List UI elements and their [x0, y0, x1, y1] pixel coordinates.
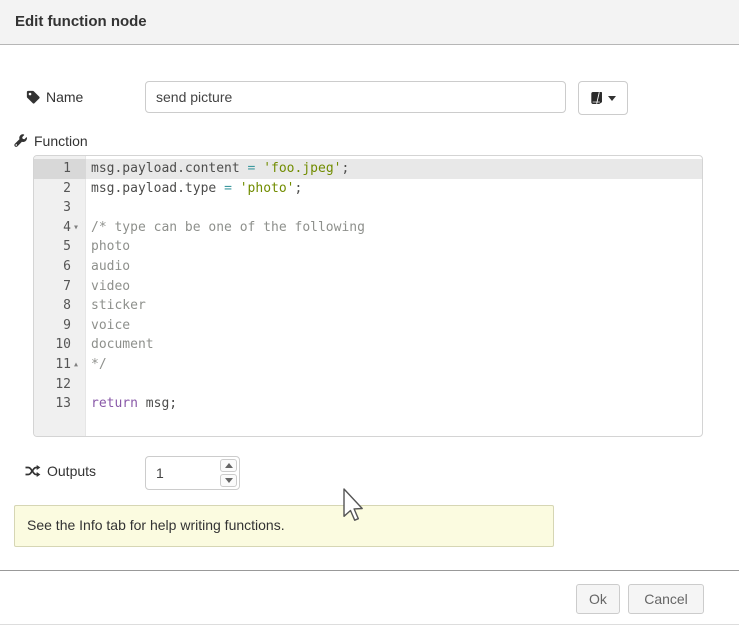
- line-number: 3: [34, 198, 86, 218]
- line-number-cell[interactable]: 10: [34, 335, 86, 355]
- code-line[interactable]: 5photo: [34, 237, 702, 257]
- line-number: 7: [34, 277, 86, 297]
- shuffle-icon: [24, 464, 41, 478]
- name-label-text: Name: [46, 89, 83, 105]
- node-name-input[interactable]: [145, 81, 566, 113]
- function-label: Function: [14, 133, 88, 149]
- caret-down-icon: [225, 478, 233, 483]
- info-tip: See the Info tab for help writing functi…: [14, 505, 554, 547]
- line-number: 6: [34, 257, 86, 277]
- code-line-text[interactable]: document: [86, 335, 702, 355]
- code-line[interactable]: 8sticker: [34, 296, 702, 316]
- code-line-text[interactable]: sticker: [86, 296, 702, 316]
- code-line[interactable]: 13return msg;: [34, 394, 702, 414]
- line-number-cell[interactable]: 6: [34, 257, 86, 277]
- code-line-text[interactable]: photo: [86, 237, 702, 257]
- line-number-cell[interactable]: 5: [34, 237, 86, 257]
- line-number-cell[interactable]: 7: [34, 277, 86, 297]
- fold-toggle-icon[interactable]: ▴: [73, 355, 85, 375]
- code-line-text[interactable]: */: [86, 355, 702, 375]
- code-line[interactable]: 2msg.payload.type = 'photo';: [34, 179, 702, 199]
- dialog-bottom-edge: [0, 624, 739, 625]
- spinner-down-button[interactable]: [220, 474, 237, 487]
- name-label: Name: [26, 89, 83, 105]
- dialog-footer: Ok Cancel: [0, 570, 739, 630]
- edit-function-node-dialog: Edit function node Name Function 1msg.pa…: [0, 0, 739, 630]
- spinner-up-button[interactable]: [220, 459, 237, 472]
- fold-toggle-icon[interactable]: ▾: [73, 218, 85, 238]
- wrench-icon: [14, 134, 28, 148]
- editor-rows[interactable]: 1msg.payload.content = 'foo.jpeg';2msg.p…: [34, 159, 702, 414]
- line-number-cell[interactable]: 2: [34, 179, 86, 199]
- code-line-text[interactable]: msg.payload.type = 'photo';: [86, 179, 702, 199]
- outputs-spinner: [145, 456, 240, 490]
- ok-button[interactable]: Ok: [576, 584, 620, 614]
- code-line-text[interactable]: [86, 198, 702, 218]
- function-code-editor[interactable]: 1msg.payload.content = 'foo.jpeg';2msg.p…: [33, 155, 703, 437]
- dialog-title: Edit function node: [15, 13, 147, 30]
- outputs-label: Outputs: [24, 463, 96, 479]
- line-number: 13: [34, 394, 86, 414]
- line-number-cell[interactable]: 11▴: [34, 355, 86, 375]
- outputs-input[interactable]: [146, 457, 218, 489]
- line-number-cell[interactable]: 13: [34, 394, 86, 414]
- code-line[interactable]: 11▴*/: [34, 355, 702, 375]
- info-tip-text: See the Info tab for help writing functi…: [27, 517, 285, 533]
- code-line-text[interactable]: /* type can be one of the following: [86, 218, 702, 238]
- line-number: 1: [34, 159, 86, 179]
- code-line[interactable]: 10document: [34, 335, 702, 355]
- line-number-cell[interactable]: 12: [34, 375, 86, 395]
- chevron-down-icon: [608, 96, 616, 101]
- library-button[interactable]: [578, 81, 628, 115]
- code-line-text[interactable]: return msg;: [86, 394, 702, 414]
- cancel-button[interactable]: Cancel: [628, 584, 704, 614]
- dialog-header: Edit function node: [0, 0, 739, 45]
- line-number-cell[interactable]: 1: [34, 159, 86, 179]
- code-line[interactable]: 3: [34, 198, 702, 218]
- line-number: 10: [34, 335, 86, 355]
- code-line[interactable]: 7video: [34, 277, 702, 297]
- line-number-cell[interactable]: 4▾: [34, 218, 86, 238]
- code-line-text[interactable]: audio: [86, 257, 702, 277]
- code-line[interactable]: 6audio: [34, 257, 702, 277]
- code-line-text[interactable]: [86, 375, 702, 395]
- code-line-text[interactable]: msg.payload.content = 'foo.jpeg';: [86, 159, 702, 179]
- code-line[interactable]: 4▾/* type can be one of the following: [34, 218, 702, 238]
- tag-icon: [26, 90, 40, 104]
- code-line[interactable]: 9voice: [34, 316, 702, 336]
- line-number: 5: [34, 237, 86, 257]
- code-line[interactable]: 12: [34, 375, 702, 395]
- line-number-cell[interactable]: 8: [34, 296, 86, 316]
- line-number: 9: [34, 316, 86, 336]
- line-number: 8: [34, 296, 86, 316]
- line-number: 2: [34, 179, 86, 199]
- function-label-text: Function: [34, 133, 88, 149]
- code-line[interactable]: 1msg.payload.content = 'foo.jpeg';: [34, 159, 702, 179]
- outputs-label-text: Outputs: [47, 463, 96, 479]
- book-icon: [590, 91, 604, 105]
- line-number-cell[interactable]: 9: [34, 316, 86, 336]
- code-line-text[interactable]: video: [86, 277, 702, 297]
- code-line-text[interactable]: voice: [86, 316, 702, 336]
- line-number-cell[interactable]: 3: [34, 198, 86, 218]
- line-number: 12: [34, 375, 86, 395]
- caret-up-icon: [225, 463, 233, 468]
